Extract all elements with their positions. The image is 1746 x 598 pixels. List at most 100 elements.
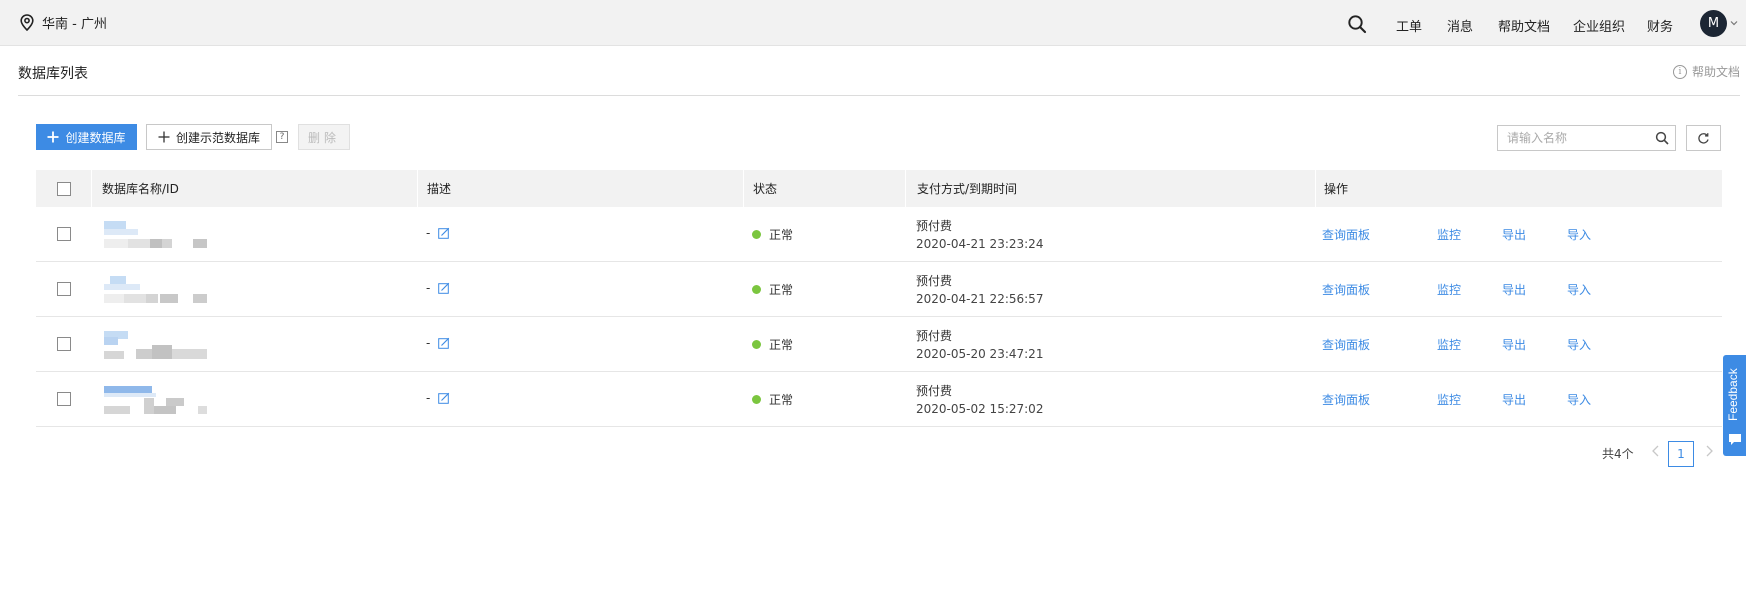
search-input[interactable] [1498, 126, 1648, 150]
column-header-status[interactable]: 状态 [753, 170, 777, 207]
nav-messages[interactable]: 消息 [1447, 16, 1473, 35]
chevron-down-icon[interactable] [1730, 19, 1738, 27]
expire-time: 2020-04-21 22:56:57 [916, 292, 1044, 306]
payment-cell: 预付费 2020-05-20 23:47:21 [916, 327, 1043, 363]
column-header-name[interactable]: 数据库名称/ID [102, 170, 179, 207]
description-cell: - [426, 226, 450, 240]
column-separator [743, 170, 744, 207]
plus-icon [47, 131, 59, 143]
page-title: 数据库列表 [18, 66, 88, 82]
chevron-right-icon[interactable] [1702, 443, 1716, 459]
nav-help-docs[interactable]: 帮助文档 [1498, 16, 1550, 35]
payment-cell: 预付费 2020-04-21 23:23:24 [916, 217, 1043, 253]
export-link[interactable]: 导出 [1502, 281, 1526, 298]
import-link[interactable]: 导入 [1567, 391, 1591, 408]
status-dot [752, 395, 761, 404]
edit-icon[interactable] [438, 392, 450, 404]
avatar[interactable]: M [1700, 10, 1727, 37]
monitor-link[interactable]: 监控 [1437, 391, 1461, 408]
query-panel-link[interactable]: 查询面板 [1322, 391, 1370, 408]
payment-type: 预付费 [916, 219, 953, 233]
region-selector[interactable]: 华南 - 广州 [20, 13, 107, 32]
description-cell: - [426, 336, 450, 350]
status-dot [752, 340, 761, 349]
monitor-link[interactable]: 监控 [1437, 336, 1461, 353]
row-checkbox[interactable] [57, 337, 71, 351]
import-link[interactable]: 导入 [1567, 336, 1591, 353]
create-demo-database-button[interactable]: 创建示范数据库 [146, 124, 272, 150]
help-link-label: 帮助文档 [1691, 65, 1740, 79]
status-dot [752, 230, 761, 239]
row-checkbox[interactable] [57, 392, 71, 406]
status-text: 正常 [769, 283, 794, 297]
import-link[interactable]: 导入 [1567, 226, 1591, 243]
chevron-left-icon[interactable] [1649, 443, 1663, 459]
question-icon[interactable]: ? [276, 131, 288, 143]
status-cell: 正常 [752, 226, 793, 243]
description-cell: - [426, 391, 450, 405]
column-separator [905, 170, 906, 207]
location-pin-icon [20, 14, 34, 31]
monitor-link[interactable]: 监控 [1437, 226, 1461, 243]
edit-icon[interactable] [438, 337, 450, 349]
create-database-label: 创建数据库 [65, 130, 126, 145]
export-link[interactable]: 导出 [1502, 391, 1526, 408]
status-text: 正常 [769, 228, 794, 242]
nav-organization[interactable]: 企业组织 [1573, 16, 1625, 35]
monitor-link[interactable]: 监控 [1437, 281, 1461, 298]
search-icon[interactable] [1655, 131, 1669, 145]
expire-time: 2020-04-21 23:23:24 [916, 237, 1044, 251]
top-bar: 华南 - 广州 工单 消息 帮助文档 企业组织 财务 M [0, 0, 1746, 46]
description-text: - [426, 226, 431, 240]
column-header-payment[interactable]: 支付方式/到期时间 [917, 170, 1017, 207]
description-text: - [426, 336, 431, 350]
payment-cell: 预付费 2020-04-21 22:56:57 [916, 272, 1043, 308]
row-checkbox[interactable] [57, 282, 71, 296]
nav-tickets[interactable]: 工单 [1396, 16, 1422, 35]
info-icon: i [1672, 64, 1687, 79]
row-checkbox[interactable] [57, 227, 71, 241]
create-database-button[interactable]: 创建数据库 [36, 124, 137, 150]
select-all-checkbox[interactable] [57, 181, 71, 196]
plus-icon [158, 131, 170, 143]
table-row: - 正常 预付费 2020-05-02 15:27:02 查询面板 监控 导出 … [36, 372, 1722, 427]
total-count: 共4个 [1602, 447, 1634, 461]
description-cell: - [426, 281, 450, 295]
status-text: 正常 [769, 338, 794, 352]
feedback-tab[interactable]: Feedback [1723, 355, 1746, 456]
status-cell: 正常 [752, 336, 793, 353]
edit-icon[interactable] [438, 282, 450, 294]
refresh-button[interactable] [1686, 125, 1721, 151]
payment-type: 预付费 [916, 274, 953, 288]
refresh-icon [1698, 132, 1709, 144]
description-text: - [426, 391, 431, 405]
database-table: 数据库名称/ID 描述 状态 支付方式/到期时间 操作 - 正常 预付费 202… [36, 170, 1722, 427]
feedback-label: Feedback [1726, 368, 1740, 421]
export-link[interactable]: 导出 [1502, 336, 1526, 353]
query-panel-link[interactable]: 查询面板 [1322, 336, 1370, 353]
description-text: - [426, 281, 431, 295]
select-all-cell [57, 170, 71, 207]
status-dot [752, 285, 761, 294]
edit-icon[interactable] [438, 227, 450, 239]
delete-button[interactable]: 删除 [298, 124, 350, 150]
table-header: 数据库名称/ID 描述 状态 支付方式/到期时间 操作 [36, 170, 1722, 207]
column-header-actions: 操作 [1324, 182, 1349, 196]
column-header-description[interactable]: 描述 [427, 170, 451, 207]
page-number[interactable]: 1 [1668, 441, 1694, 467]
region-label: 华南 - 广州 [42, 17, 107, 32]
column-separator [1315, 170, 1316, 207]
nav-finance[interactable]: 财务 [1647, 16, 1673, 35]
table-row: - 正常 预付费 2020-04-21 22:56:57 查询面板 监控 导出 … [36, 262, 1722, 317]
status-cell: 正常 [752, 391, 793, 408]
expire-time: 2020-05-20 23:47:21 [916, 347, 1044, 361]
help-link[interactable]: i 帮助文档 [1672, 63, 1740, 80]
query-panel-link[interactable]: 查询面板 [1322, 281, 1370, 298]
divider [18, 95, 1740, 96]
export-link[interactable]: 导出 [1502, 226, 1526, 243]
query-panel-link[interactable]: 查询面板 [1322, 226, 1370, 243]
search-icon[interactable] [1347, 14, 1367, 34]
import-link[interactable]: 导入 [1567, 281, 1591, 298]
table-row: - 正常 预付费 2020-04-21 23:23:24 查询面板 监控 导出 … [36, 207, 1722, 262]
chat-icon [1729, 434, 1741, 445]
